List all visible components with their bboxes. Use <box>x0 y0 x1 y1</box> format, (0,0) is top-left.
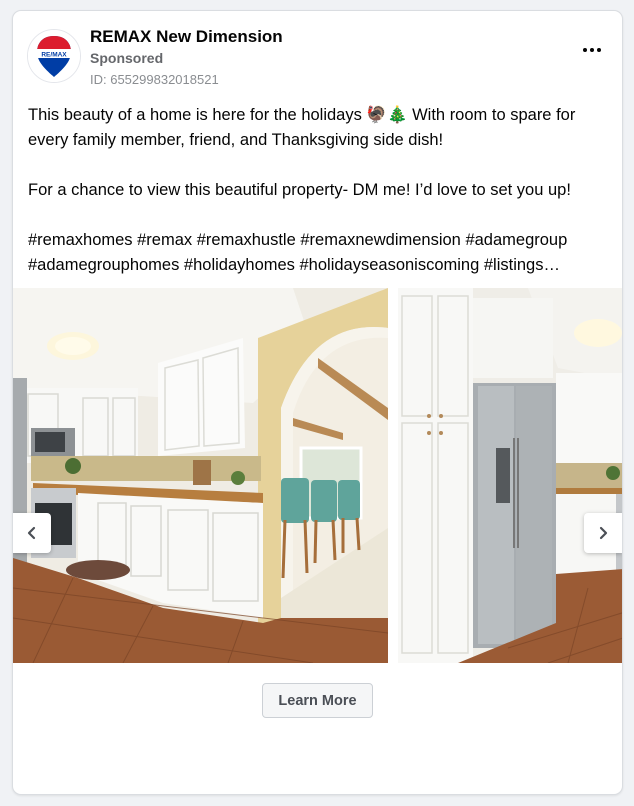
post-header: RE/MAX REMAX New Dimension Sponsored ID:… <box>13 11 622 101</box>
kitchen-photo[interactable] <box>13 288 388 663</box>
remax-balloon-logo: RE/MAX <box>28 30 80 82</box>
hashtags-line[interactable]: #remaxhomes #remax #remaxhustle #remaxne… <box>28 228 613 253</box>
post-text-line: For a chance to view this beautiful prop… <box>28 181 571 199</box>
chevron-left-icon <box>27 526 36 540</box>
carousel-prev-button[interactable] <box>13 513 51 553</box>
page-name[interactable]: REMAX New Dimension <box>90 27 283 47</box>
sponsored-label[interactable]: Sponsored <box>90 50 163 66</box>
avatar[interactable]: RE/MAX <box>27 29 81 83</box>
carousel-next-button[interactable] <box>584 513 622 553</box>
refrigerator-photo[interactable] <box>398 288 622 663</box>
logo-text: RE/MAX <box>41 52 67 59</box>
hashtags-line[interactable]: #adamegrouphomes #holidayhomes #holidays… <box>28 253 613 278</box>
ellipsis-icon[interactable] <box>578 41 606 59</box>
post-body: This beauty of a home is here for the ho… <box>28 103 613 278</box>
post-text-line: every family member, friend, and Thanksg… <box>28 131 444 149</box>
learn-more-button[interactable]: Learn More <box>262 683 373 718</box>
image-carousel <box>13 288 622 663</box>
post-text-line: This beauty of a home is here for the ho… <box>28 106 576 124</box>
ad-card: RE/MAX REMAX New Dimension Sponsored ID:… <box>12 10 623 795</box>
chevron-right-icon <box>599 526 608 540</box>
ad-id: ID: 655299832018521 <box>90 72 219 87</box>
